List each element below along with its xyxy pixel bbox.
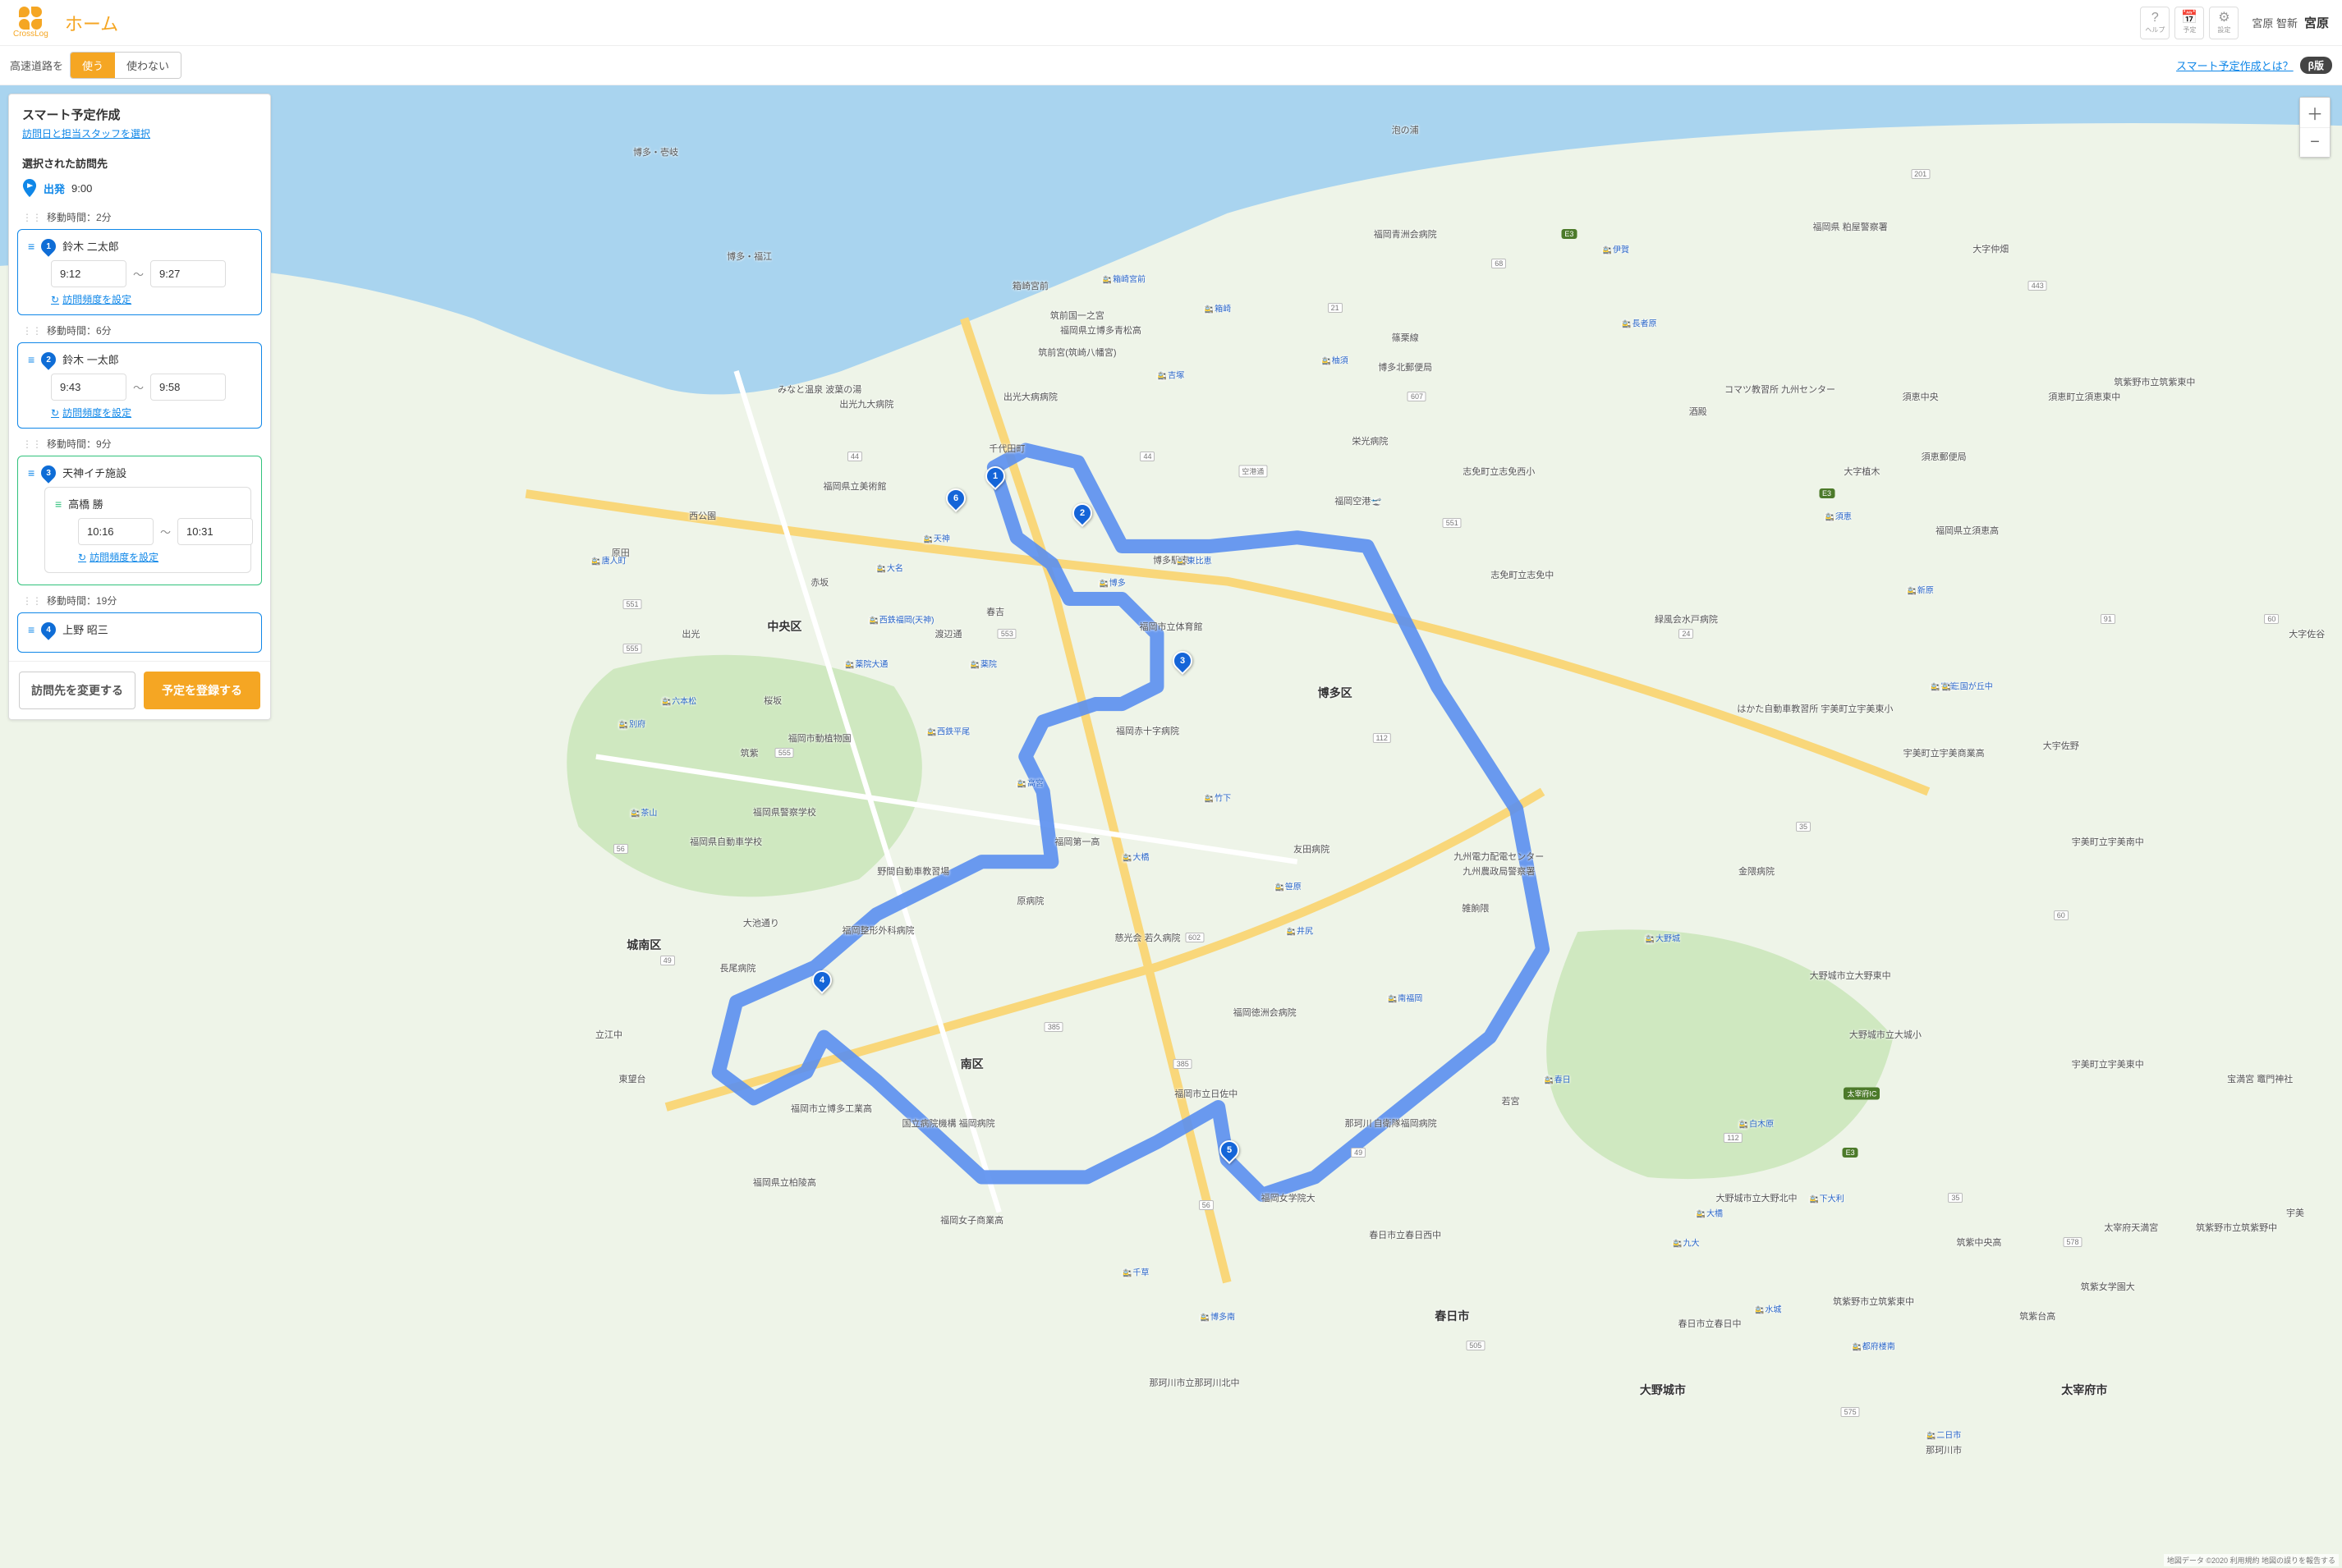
header-control-2[interactable]: ⚙設定	[2209, 7, 2239, 39]
tilde: 〜	[133, 266, 144, 282]
time-start-input[interactable]	[51, 260, 126, 287]
logo-icon	[19, 7, 42, 30]
highway-label: 高速道路を	[10, 57, 63, 73]
toolbar: 高速道路を 使う 使わない スマート予定作成とは？ β版	[0, 46, 2342, 85]
schedule-panel: スマート予定作成 訪問日と担当スタッフを選択 選択された訪問先 出発 9:00 …	[8, 94, 271, 720]
stop-name: 天神イチ施設	[62, 465, 126, 480]
drag-handle-icon[interactable]: ⋮⋮	[22, 325, 42, 337]
stop-name: 鈴木 二太郎	[62, 238, 119, 254]
menu-icon[interactable]: ≡	[28, 353, 34, 366]
travel-time: ⋮⋮ 移動時間：9分	[17, 432, 262, 456]
map[interactable]: 博多区中央区南区城南区春日市大野城市太宰府市福岡空港🛫博多駅東福岡青洲会病院福岡…	[0, 85, 2342, 1568]
travel-time: ⋮⋮ 移動時間：2分	[17, 205, 262, 229]
stops-list: ⋮⋮移動時間：2分 ≡ 1 鈴木 二太郎 〜 訪問頻度を設定⋮⋮移動時間：6分 …	[9, 205, 270, 661]
time-start-input[interactable]	[51, 374, 126, 401]
zoom-in-button[interactable]: ＋	[2300, 98, 2330, 127]
change-destinations-button[interactable]: 訪問先を変更する	[19, 672, 135, 709]
drag-handle-icon[interactable]: ⋮⋮	[22, 438, 42, 450]
brand-subtext: CrossLog	[13, 30, 48, 39]
time-end-input[interactable]	[150, 260, 226, 287]
frequency-link[interactable]: 訪問頻度を設定	[51, 292, 251, 306]
stop-card[interactable]: ≡ 1 鈴木 二太郎 〜 訪問頻度を設定	[17, 229, 262, 315]
stop-card[interactable]: ≡ 3 天神イチ施設 ≡ 高橋 勝 〜 訪問頻度を設定	[17, 456, 262, 585]
panel-section-title: 選択された訪問先	[9, 149, 270, 171]
time-end-input[interactable]	[150, 374, 226, 401]
travel-time: ⋮⋮ 移動時間：6分	[17, 319, 262, 342]
stop-name: 上野 昭三	[62, 621, 108, 637]
departure-row: 出発 9:00	[9, 171, 270, 205]
map-attribution: 地図データ ©2020 利用規約 地図の誤りを報告する	[2164, 1554, 2339, 1566]
highway-segmented: 使う 使わない	[70, 52, 181, 79]
travel-time-text: 移動時間：9分	[47, 437, 112, 451]
nested-stop-card[interactable]: ≡ 高橋 勝 〜 訪問頻度を設定	[44, 487, 251, 573]
smart-info-link[interactable]: スマート予定作成とは？	[2176, 57, 2294, 73]
user-block[interactable]: 宮原 智新 宮原	[2252, 14, 2329, 31]
zoom-out-button[interactable]: −	[2300, 127, 2330, 157]
header-control-label: ヘルプ	[2145, 25, 2165, 34]
highway-notuse-button[interactable]: 使わない	[115, 53, 181, 78]
depart-label: 出発	[44, 181, 65, 196]
stop-pin-icon: 4	[38, 619, 58, 640]
register-schedule-button[interactable]: 予定を登録する	[144, 672, 260, 709]
travel-time-text: 移動時間：19分	[47, 594, 117, 607]
menu-icon[interactable]: ≡	[28, 623, 34, 636]
header-control-1[interactable]: 📅予定	[2174, 7, 2204, 39]
stop-pin-icon: 1	[38, 236, 58, 256]
stop-name: 鈴木 一太郎	[62, 351, 119, 367]
beta-badge: β版	[2300, 57, 2332, 74]
header-control-icon: ⚙	[2218, 11, 2229, 25]
travel-time: ⋮⋮ 移動時間：19分	[17, 589, 262, 612]
panel-subtitle-link[interactable]: 訪問日と担当スタッフを選択	[22, 128, 150, 140]
header-control-label: 予定	[2183, 25, 2196, 34]
page-title: ホーム	[65, 10, 118, 36]
map-zoom-controls: ＋ −	[2299, 97, 2331, 158]
user-org: 宮原	[2304, 14, 2329, 31]
depart-time: 9:00	[71, 182, 92, 195]
time-end-input[interactable]	[177, 518, 253, 545]
menu-icon[interactable]: ≡	[55, 497, 62, 511]
depart-pin-icon	[22, 179, 37, 197]
header-control-icon: ?	[2151, 11, 2159, 25]
time-start-input[interactable]	[78, 518, 154, 545]
stop-pin-icon: 2	[38, 349, 58, 369]
header-control-label: 設定	[2217, 25, 2230, 34]
highway-use-button[interactable]: 使う	[71, 53, 115, 78]
panel-title: スマート予定作成	[22, 106, 257, 123]
header-control-icon: 📅	[2181, 11, 2197, 25]
frequency-link[interactable]: 訪問頻度を設定	[78, 550, 241, 564]
stop-pin-icon: 3	[38, 462, 58, 483]
travel-time-text: 移動時間：6分	[47, 323, 112, 337]
menu-icon[interactable]: ≡	[28, 466, 34, 479]
nested-stop-name: 高橋 勝	[68, 496, 103, 511]
main: 博多区中央区南区城南区春日市大野城市太宰府市福岡空港🛫博多駅東福岡青洲会病院福岡…	[0, 85, 2342, 1568]
user-name: 宮原 智新	[2252, 15, 2298, 30]
header-control-0[interactable]: ?ヘルプ	[2140, 7, 2170, 39]
stop-card[interactable]: ≡ 2 鈴木 一太郎 〜 訪問頻度を設定	[17, 342, 262, 429]
app-header: CrossLog ホーム ?ヘルプ📅予定⚙設定 宮原 智新 宮原	[0, 0, 2342, 46]
tilde: 〜	[133, 379, 144, 395]
panel-footer: 訪問先を変更する 予定を登録する	[9, 661, 270, 719]
stop-card[interactable]: ≡ 4 上野 昭三	[17, 612, 262, 653]
drag-handle-icon[interactable]: ⋮⋮	[22, 212, 42, 223]
brand: CrossLog ホーム	[13, 7, 118, 39]
travel-time-text: 移動時間：2分	[47, 210, 112, 224]
tilde: 〜	[160, 524, 171, 539]
frequency-link[interactable]: 訪問頻度を設定	[51, 406, 251, 420]
menu-icon[interactable]: ≡	[28, 240, 34, 253]
drag-handle-icon[interactable]: ⋮⋮	[22, 595, 42, 607]
